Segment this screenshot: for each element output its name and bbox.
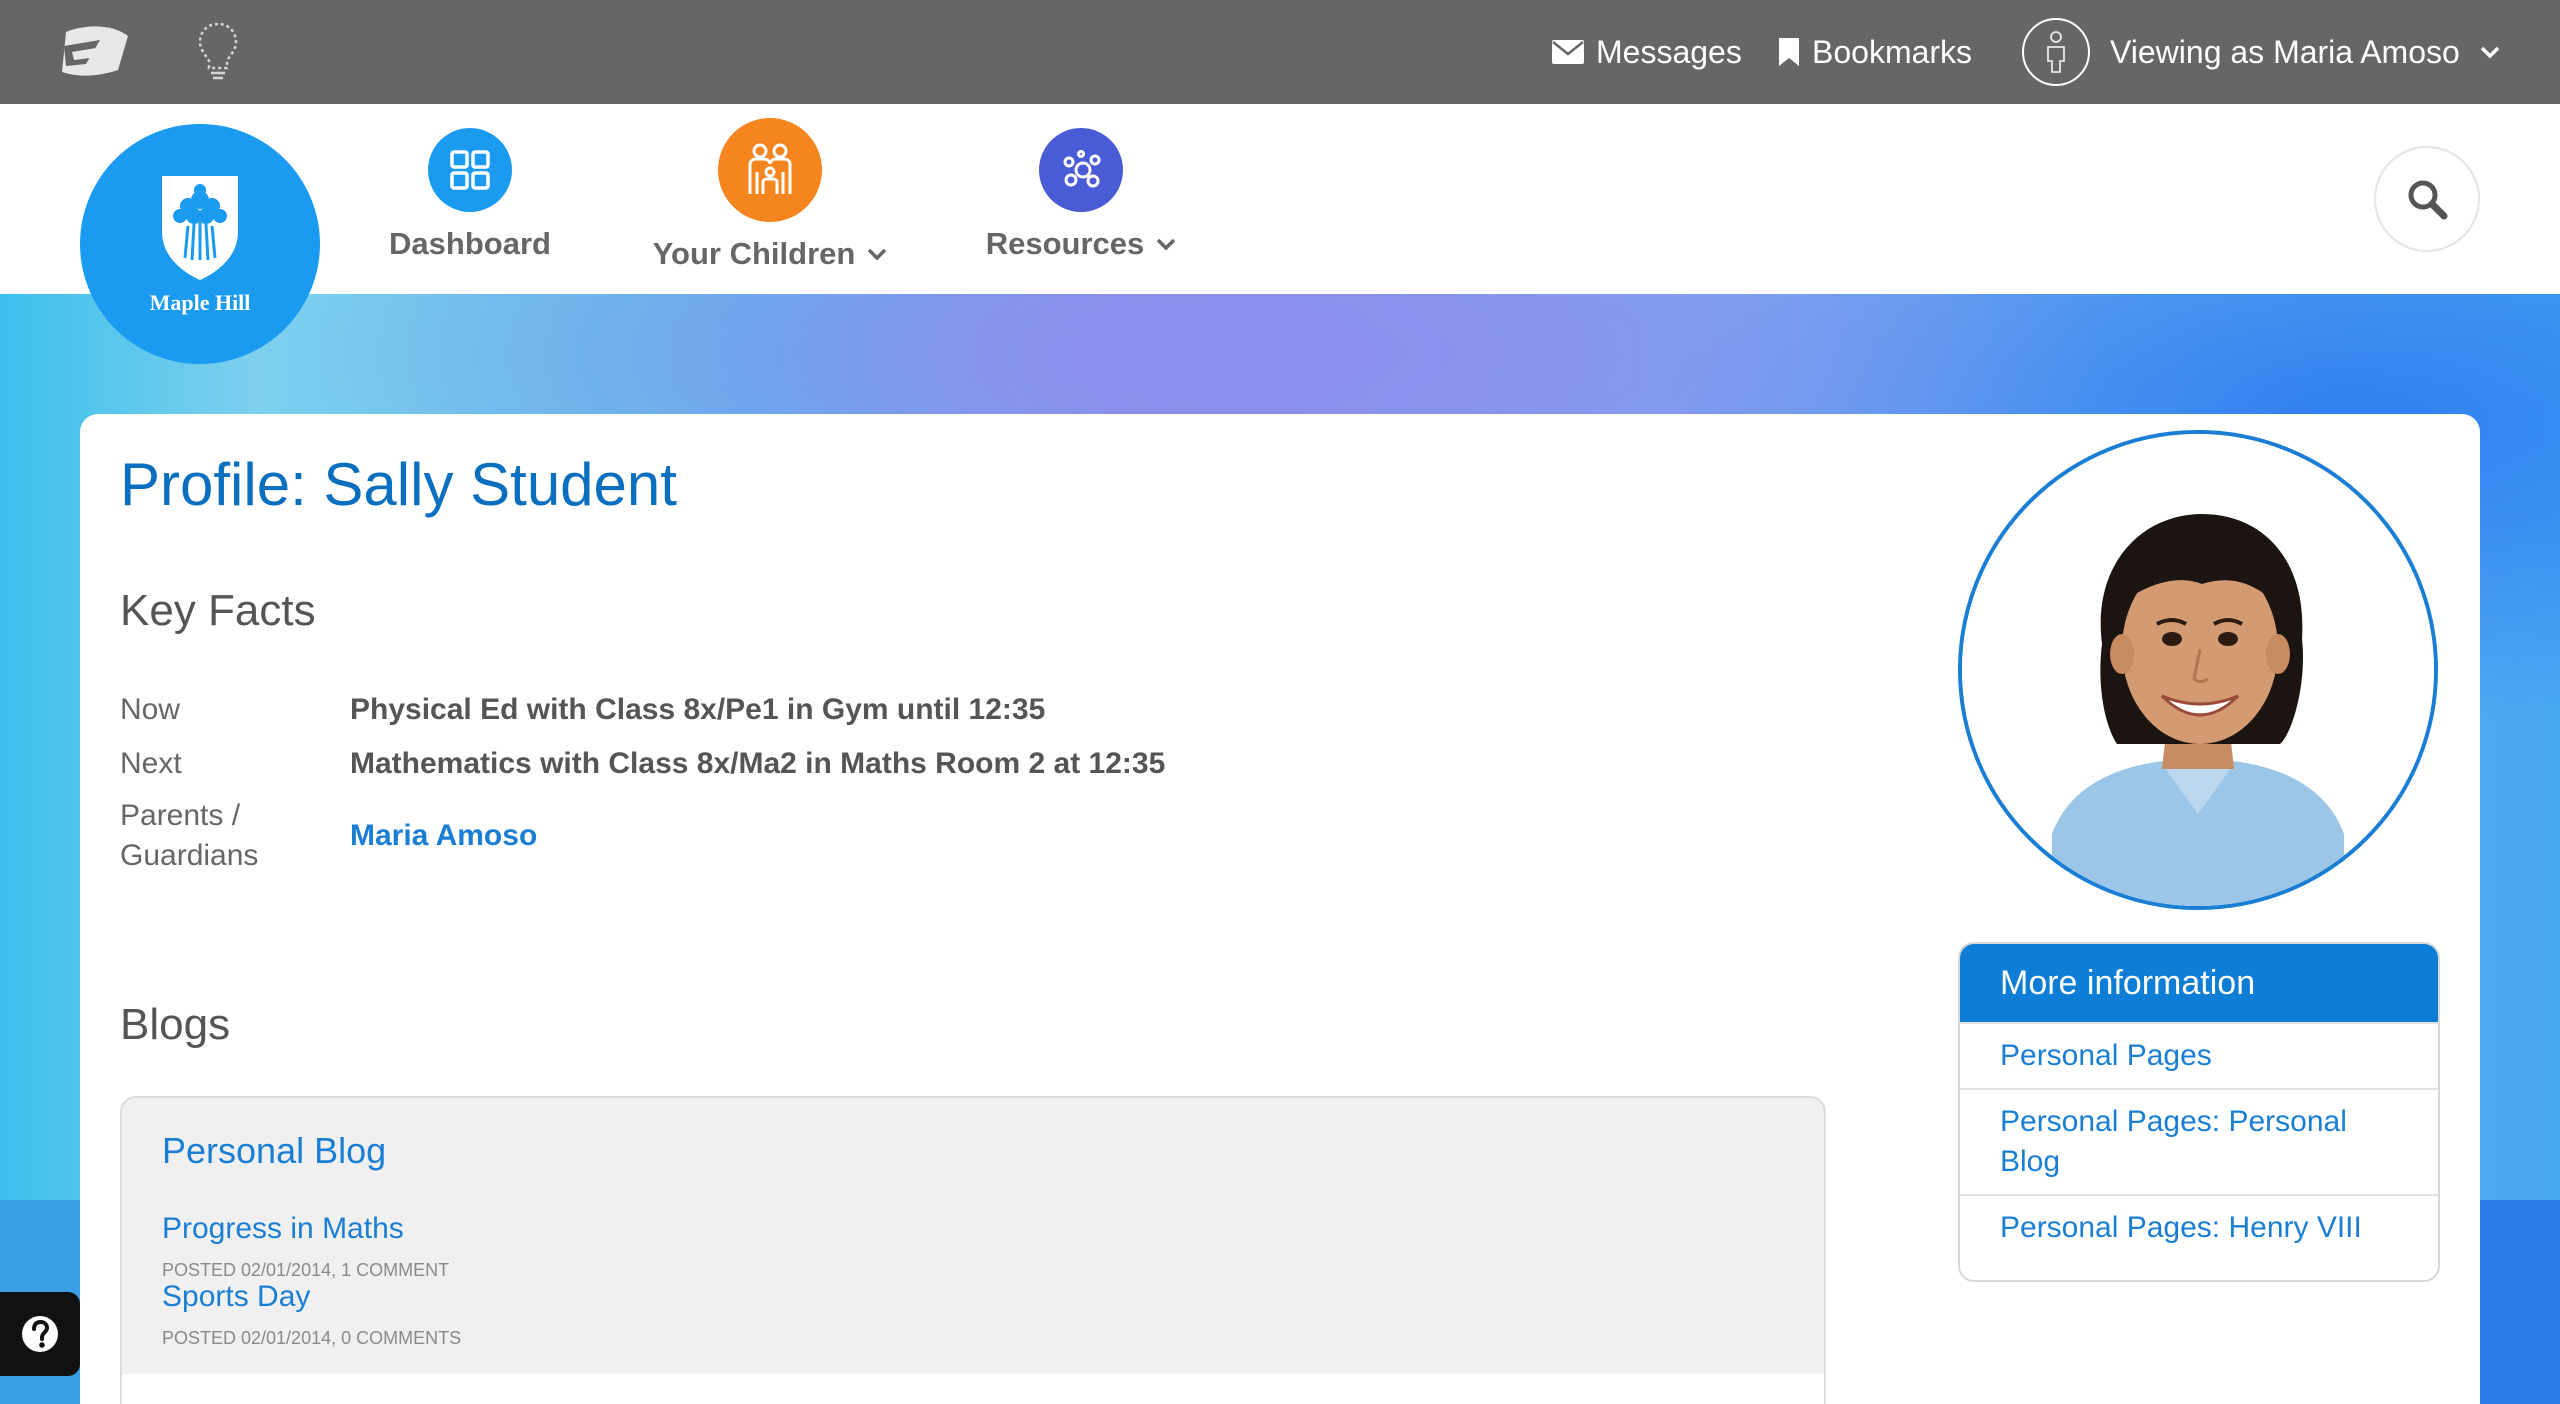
blog-title-link[interactable]: Personal Blog — [162, 1130, 386, 1172]
question-icon — [22, 1316, 58, 1352]
more-info-link[interactable]: Personal Pages — [1960, 1022, 2438, 1088]
shield-tree-icon — [162, 176, 238, 280]
messages-label: Messages — [1596, 33, 1742, 70]
main-navigation — [0, 104, 2560, 294]
student-portrait-image — [1962, 434, 2434, 906]
chevron-down-icon — [2480, 46, 2500, 59]
nav-dashboard[interactable]: Dashboard — [389, 118, 551, 262]
user-icon — [2047, 31, 2065, 73]
dashboard-icon-circle — [428, 128, 512, 212]
family-icon — [748, 143, 792, 194]
bookmarks-label: Bookmarks — [1812, 33, 1973, 70]
resources-label-text: Resources — [985, 226, 1145, 261]
student-photo — [1958, 430, 2438, 910]
grid-icon — [450, 150, 490, 190]
page-title: Profile: Sally Student — [120, 451, 677, 518]
children-icon-circle — [718, 118, 822, 222]
envelope-icon — [1552, 40, 1584, 64]
chevron-down-icon — [868, 248, 887, 261]
more-information-panel: More information Personal Pages Personal… — [1958, 942, 2440, 1282]
profile-card: Profile: Sally Student Key Facts Now Phy… — [80, 414, 2480, 1404]
lightbulb-icon[interactable] — [196, 20, 240, 82]
bookmark-icon — [1779, 38, 1799, 66]
fact-value-next: Mathematics with Class 8x/Ma2 in Maths R… — [350, 747, 1166, 780]
dashboard-label-text: Dashboard — [389, 226, 551, 261]
fact-label-next: Next — [120, 747, 182, 780]
fact-label-now: Now — [120, 693, 181, 726]
blog-post-meta: POSTED 02/01/2014, 1 COMMENT — [162, 1260, 450, 1280]
nav-your-children-label: Your Children — [653, 236, 888, 272]
chevron-down-icon — [1157, 238, 1176, 251]
more-info-link[interactable]: Personal Pages: Henry VIII — [1960, 1194, 2438, 1260]
key-facts-heading: Key Facts — [120, 586, 316, 635]
blog-post-meta: POSTED 02/01/2014, 0 COMMENTS — [162, 1328, 462, 1348]
resources-icon-circle — [1039, 128, 1123, 212]
top-utility-bar: Messages Bookmarks Viewing as Maria Amos… — [0, 0, 2560, 104]
blogs-heading: Blogs — [120, 1000, 231, 1049]
more-info-link[interactable]: Personal Pages: Personal Blog — [1960, 1088, 2438, 1194]
search-icon — [2408, 180, 2448, 220]
bookmarks-link[interactable]: Bookmarks — [1778, 26, 1972, 78]
brand-logo-icon[interactable] — [56, 22, 132, 80]
nav-resources-label: Resources — [986, 226, 1177, 262]
blog-panel: Personal Blog Progress in Maths POSTED 0… — [120, 1096, 1826, 1404]
help-button[interactable] — [0, 1292, 80, 1376]
messages-link[interactable]: Messages — [1552, 26, 1742, 78]
blog-panel-footer — [122, 1374, 1824, 1404]
search-button[interactable] — [2374, 146, 2480, 252]
school-name: Maple Hill — [149, 290, 251, 315]
more-information-heading: More information — [1960, 944, 2438, 1022]
user-menu[interactable]: Viewing as Maria Amoso — [2022, 18, 2500, 86]
bubbles-icon — [1063, 150, 1101, 188]
avatar — [2022, 18, 2090, 86]
blog-post-link[interactable]: Sports Day — [162, 1280, 310, 1314]
children-label-text: Your Children — [652, 236, 856, 271]
nav-dashboard-label: Dashboard — [389, 226, 551, 262]
blog-post-link[interactable]: Progress in Maths — [162, 1212, 404, 1246]
parent-guardian-link[interactable]: Maria Amoso — [350, 816, 537, 856]
fact-label-parents: Parents / Guardians — [120, 799, 259, 872]
viewing-as-label: Viewing as Maria Amoso — [2110, 33, 2460, 70]
nav-resources[interactable]: Resources — [976, 118, 1186, 262]
fact-value-now: Physical Ed with Class 8x/Pe1 in Gym unt… — [350, 693, 1046, 726]
nav-your-children[interactable]: Your Children — [650, 118, 890, 272]
school-logo[interactable]: Maple Hill — [80, 124, 320, 364]
